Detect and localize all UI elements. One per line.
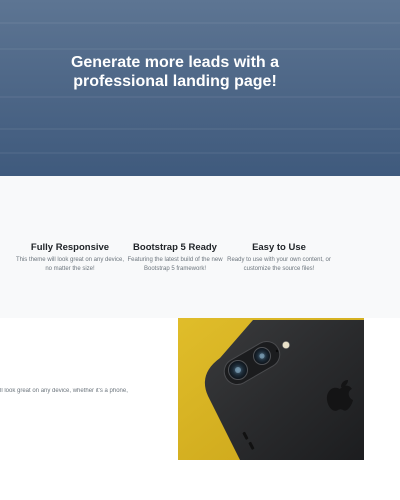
feature-text: Ready to use with your own content, or c… <box>227 257 331 272</box>
feature-bootstrap: Bootstrap 5 Ready Featuring the latest b… <box>120 242 230 274</box>
water-ripple <box>0 128 400 130</box>
water-ripple <box>0 96 400 98</box>
masthead: Generate more leads with a professional … <box>0 0 400 176</box>
feature-text: This theme will look great on any device… <box>15 257 125 272</box>
hero-title: Generate more leads with a professional … <box>70 54 280 90</box>
features-section: Fully Responsive This theme will look gr… <box>0 176 400 318</box>
water-ripple <box>0 152 400 154</box>
feature-title: Fully Responsive <box>30 242 110 253</box>
feature-title: Bootstrap 5 Ready <box>133 242 217 253</box>
showcase-text: ll look great on any device, whether it'… <box>0 388 128 394</box>
water-ripple <box>0 22 400 24</box>
water-ripple <box>0 48 400 50</box>
feature-responsive: Fully Responsive This theme will look gr… <box>15 242 125 274</box>
feature-easy-to-use: Easy to Use Ready to use with your own c… <box>224 242 334 274</box>
feature-text: Featuring the latest build of the new Bo… <box>127 257 223 272</box>
feature-title: Easy to Use <box>252 242 306 253</box>
showcase-image-phone <box>178 318 364 460</box>
